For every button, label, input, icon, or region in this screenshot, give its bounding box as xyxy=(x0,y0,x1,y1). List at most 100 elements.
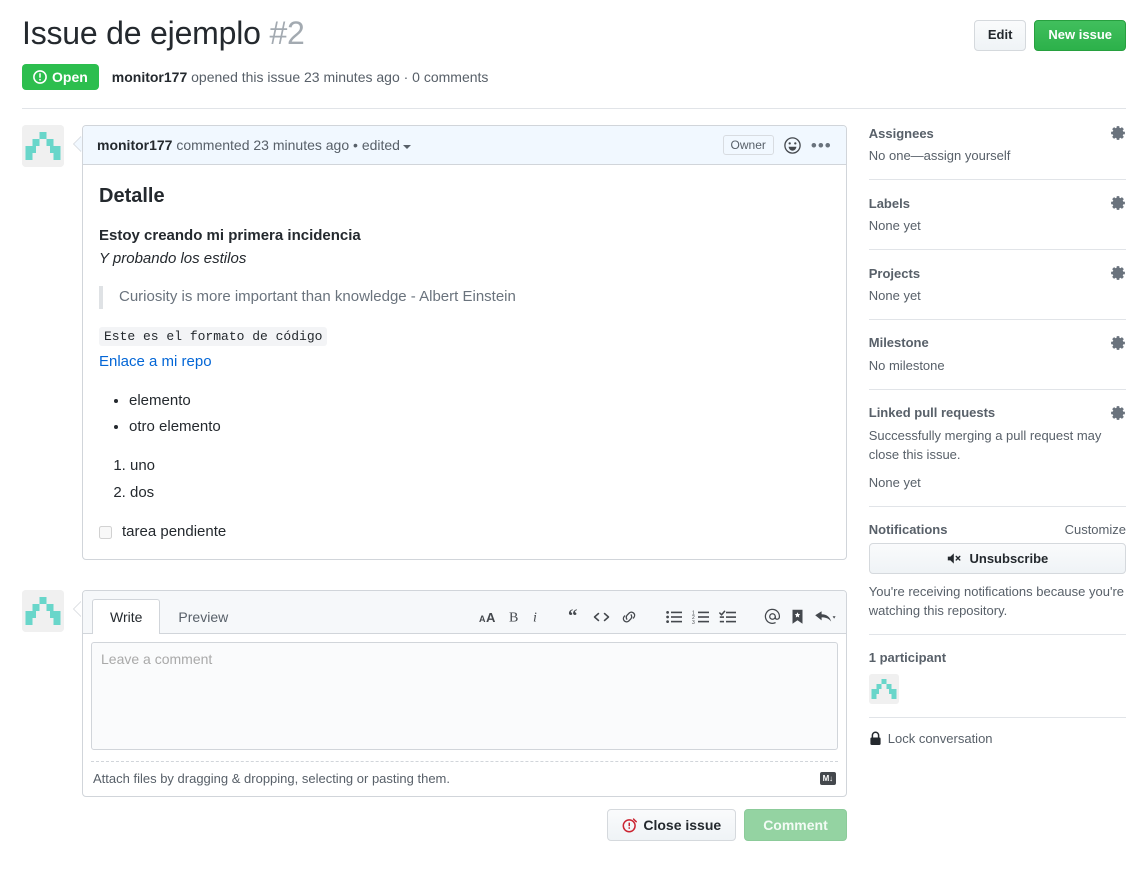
lock-conversation-button[interactable]: Lock conversation xyxy=(869,731,1126,746)
md-ordered-list: uno dos xyxy=(99,455,830,505)
svg-text:A: A xyxy=(486,610,496,624)
task-list-icon[interactable] xyxy=(718,610,736,624)
edit-button[interactable]: Edit xyxy=(973,20,1027,51)
gear-icon[interactable] xyxy=(1110,405,1126,421)
edited-dropdown[interactable]: edited xyxy=(362,137,411,153)
comment-header: monitor177 commented 23 minutes ago • ed… xyxy=(83,126,846,166)
avatar[interactable] xyxy=(22,125,64,168)
md-code-line: Este es el formato de código xyxy=(99,325,830,348)
form-tabs: Write Preview xyxy=(92,599,246,635)
linked-prs-description: Successfully merging a pull request may … xyxy=(868,427,1102,462)
form-actions: Close issue Comment xyxy=(82,809,847,842)
svg-text:B: B xyxy=(509,611,518,625)
owner-badge: Owner xyxy=(722,135,774,156)
gear-icon[interactable] xyxy=(1110,265,1126,281)
avatar[interactable] xyxy=(22,590,64,633)
md-task-list-item: tarea pendiente xyxy=(99,521,830,544)
edited-label: edited xyxy=(361,137,400,154)
unordered-list-icon[interactable] xyxy=(665,610,682,624)
linked-prs-value: None yet xyxy=(868,475,921,491)
bold-icon[interactable]: B xyxy=(508,609,521,625)
issue-number: #2 xyxy=(269,15,305,51)
lock-icon xyxy=(869,731,882,746)
ordered-list-icon[interactable]: 1 2 3 xyxy=(692,610,709,624)
comment-byline: monitor177 commented 23 minutes ago • ed… xyxy=(97,137,411,153)
sidebar-section-linked-prs: Linked pull requests Successfully mergin… xyxy=(868,403,1126,508)
comment-button[interactable]: Comment xyxy=(744,809,847,842)
form-avatar-wrap xyxy=(22,590,66,841)
attach-files-bar: Attach files by dragging & dropping, sel… xyxy=(91,761,838,796)
sidebar-section-assignees: Assignees No one—assign yourself xyxy=(868,123,1126,181)
svg-text:3: 3 xyxy=(692,620,695,624)
sidebar-section-projects: Projects None yet xyxy=(868,263,1126,320)
link-icon[interactable] xyxy=(620,610,638,624)
issue-opened-icon xyxy=(33,70,47,85)
projects-title: Projects xyxy=(868,265,921,281)
reply-icon[interactable] xyxy=(814,609,837,625)
page-title: Issue de ejemplo #2 xyxy=(22,14,305,52)
comment-box: monitor177 commented 23 minutes ago • ed… xyxy=(82,125,847,561)
comment-body: Detalle Estoy creando mi primera inciden… xyxy=(83,165,846,559)
markdown-icon[interactable]: M↓ xyxy=(819,772,836,786)
assignees-value[interactable]: No one—assign yourself xyxy=(869,147,1126,166)
linked-prs-title: Linked pull requests xyxy=(868,405,996,421)
comment-input[interactable] xyxy=(91,642,838,751)
unsubscribe-button[interactable]: Unsubscribe xyxy=(868,543,1126,575)
issue-page: Issue de ejemplo #2 Edit New issue Open xyxy=(0,0,1148,880)
tab-write[interactable]: Write xyxy=(92,599,161,635)
sidebar-section-labels: Labels None yet xyxy=(868,193,1126,251)
svg-text:i: i xyxy=(533,611,537,625)
lock-conversation-label: Lock conversation xyxy=(887,730,993,746)
sidebar-section-header: Linked pull requests xyxy=(869,405,1126,421)
notifications-description: You're receiving notifications because y… xyxy=(868,584,1125,619)
comment-arrow xyxy=(73,136,82,153)
new-issue-button[interactable]: New issue xyxy=(1034,20,1126,51)
mention-icon[interactable] xyxy=(764,608,781,625)
sidebar-section-notifications: Notifications Customize Unsubscribe You'… xyxy=(868,520,1126,635)
close-issue-label: Close issue xyxy=(643,817,722,834)
task-checkbox[interactable] xyxy=(99,525,112,539)
issue-byline: monitor177 opened this issue 23 minutes … xyxy=(112,69,489,85)
main-column: monitor177 commented 23 minutes ago • ed… xyxy=(22,109,847,842)
form-tabnav: Write Preview A A B i “ 1 2 3 xyxy=(83,591,846,635)
gear-icon[interactable] xyxy=(1110,195,1126,211)
sidebar-section-milestone: Milestone No milestone xyxy=(868,333,1126,390)
avatar[interactable] xyxy=(868,673,1126,704)
assignees-title: Assignees xyxy=(868,125,934,141)
svg-text:A: A xyxy=(479,614,486,624)
sidebar-section-lock: Lock conversation xyxy=(869,731,1126,746)
list-item: uno xyxy=(130,455,830,478)
comment-header-actions: Owner ••• xyxy=(722,135,832,156)
status-badge-label: Open xyxy=(52,69,88,86)
gear-icon[interactable] xyxy=(1110,125,1126,141)
comment-more-options-icon[interactable]: ••• xyxy=(811,137,832,154)
md-link[interactable]: Enlace a mi repo xyxy=(99,353,212,370)
notifications-header: Notifications Customize xyxy=(869,522,1126,537)
code-icon[interactable] xyxy=(593,610,610,624)
attach-files-label: Attach files by dragging & dropping, sel… xyxy=(93,771,450,787)
list-item: otro elemento xyxy=(129,416,830,439)
form-outer: Write Preview A A B i “ 1 2 3 Leave a co… xyxy=(73,590,847,842)
svg-text:“: “ xyxy=(568,609,578,624)
quote-icon[interactable]: “ xyxy=(568,609,583,624)
close-issue-button[interactable]: Close issue xyxy=(607,809,737,842)
markdown-toolbar: A A B i “ 1 2 3 xyxy=(469,608,837,633)
italic-icon[interactable]: i xyxy=(531,609,540,625)
customize-notifications-link[interactable]: Customize xyxy=(1065,522,1126,537)
issue-author[interactable]: monitor177 xyxy=(112,69,187,85)
labels-value: None yet xyxy=(868,218,921,234)
list-item: dos xyxy=(130,482,830,505)
md-inline-code: Este es el formato de código xyxy=(99,326,328,346)
issue-title-text: Issue de ejemplo xyxy=(22,15,261,51)
tab-preview[interactable]: Preview xyxy=(160,599,246,634)
saved-reply-icon[interactable] xyxy=(791,609,804,625)
md-bullet-list: elemento otro elemento xyxy=(99,390,830,439)
md-italic-line: Y probando los estilos xyxy=(99,249,247,267)
gear-icon[interactable] xyxy=(1110,335,1126,351)
text-size-icon[interactable]: A A xyxy=(479,610,498,624)
mute-icon xyxy=(947,552,964,565)
milestone-value: No milestone xyxy=(868,357,945,373)
add-reaction-icon[interactable] xyxy=(784,137,801,154)
sidebar-section-header: Assignees xyxy=(869,125,1126,141)
comment-author[interactable]: monitor177 xyxy=(97,137,172,153)
